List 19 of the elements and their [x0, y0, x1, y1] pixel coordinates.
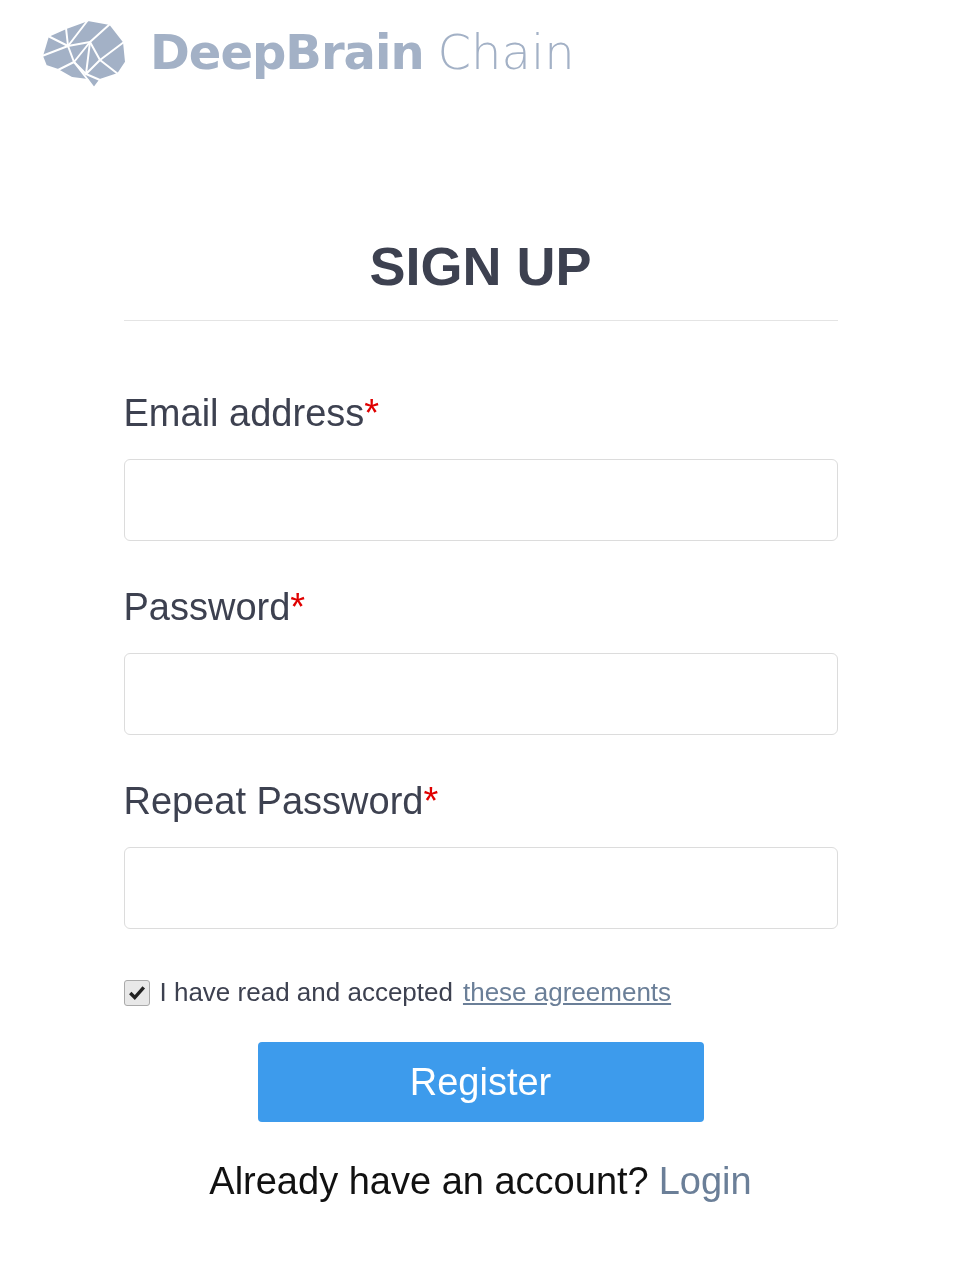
input-field[interactable] [123, 653, 838, 735]
required-asterisk: * [364, 392, 380, 434]
agreements-link[interactable]: these agreements [462, 977, 672, 1008]
logo-wordmark: DeepBrain [150, 24, 424, 80]
input-field[interactable] [123, 847, 838, 929]
required-asterisk: * [290, 586, 306, 628]
page-title: SIGN UP [369, 236, 592, 296]
register-button[interactable]: Register [257, 1042, 704, 1122]
logo-wordmark: Chain [437, 24, 575, 80]
checkbox[interactable] [123, 979, 150, 1006]
checkmark-icon [127, 983, 146, 1002]
login-prompt: Already have an account? [209, 1160, 649, 1203]
field-label: Email address [123, 392, 365, 434]
login-link[interactable]: Login [658, 1160, 752, 1203]
field-label: Password [123, 586, 291, 628]
input-field[interactable] [123, 459, 838, 541]
agreement-text: I have read and accepted [159, 977, 453, 1008]
field-label: Repeat Password [123, 780, 424, 822]
required-asterisk: * [423, 780, 439, 822]
